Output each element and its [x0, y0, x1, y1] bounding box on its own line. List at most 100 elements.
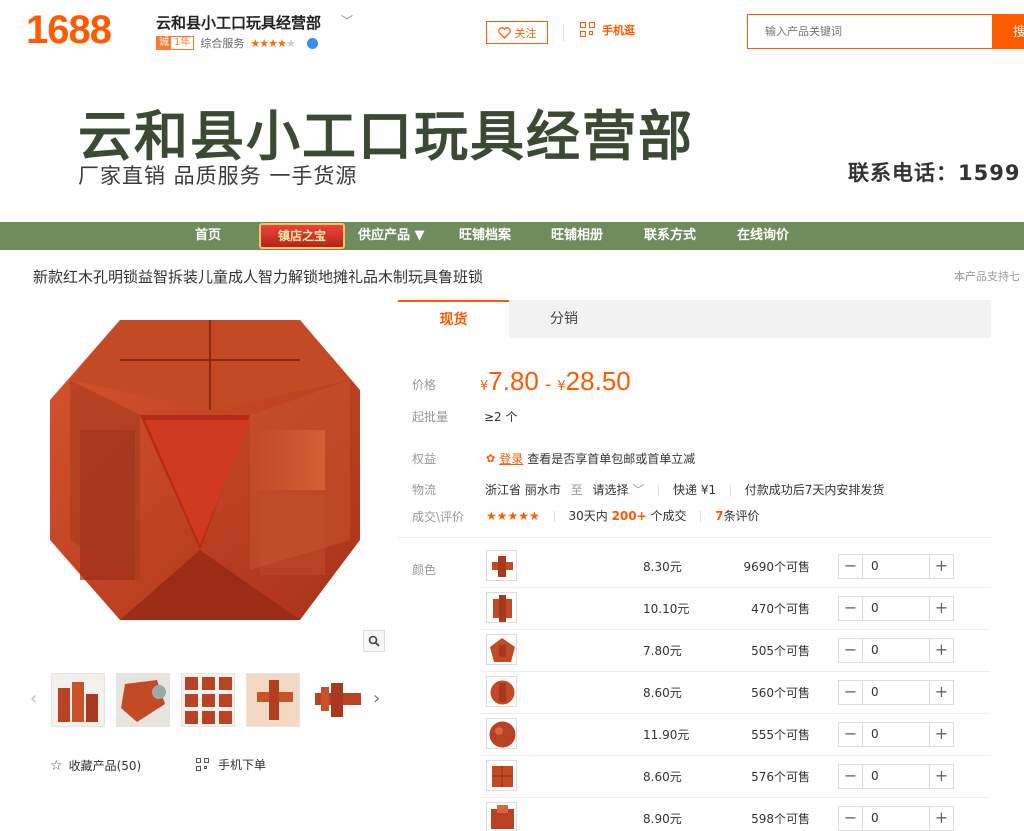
product-title: 新款红木孔明锁益智拆装儿童成人智力解锁地摊礼品木制玩具鲁班锁: [33, 268, 484, 286]
logistics-label: 物流: [412, 483, 437, 497]
support-note: 本产品支持七: [954, 270, 1020, 283]
divider: [563, 24, 564, 41]
quantity-stepper: − 0 +: [838, 680, 954, 705]
decrease-button[interactable]: −: [839, 597, 863, 620]
magnifier-icon: [368, 635, 380, 647]
decrease-button[interactable]: −: [839, 807, 863, 830]
sku-row: 8.90元 598个可售 − 0 +: [480, 798, 990, 831]
quantity-stepper: − 0 +: [838, 638, 954, 663]
decrease-button[interactable]: −: [839, 723, 863, 746]
sku-stock: 598个可售: [751, 812, 810, 826]
site-logo[interactable]: 1688: [26, 8, 112, 53]
search-button[interactable]: 搜: [993, 14, 1024, 49]
sku-thumbnail[interactable]: [486, 718, 517, 749]
quantity-stepper: − 0 +: [838, 596, 954, 621]
quantity-input[interactable]: 0: [863, 555, 929, 578]
increase-button[interactable]: +: [929, 555, 953, 578]
shop-banner: 云和县小工口玩具经营部 厂家直销 品质服务 一手货源 联系电话：1599: [0, 62, 1024, 222]
sku-price: 8.90元: [643, 812, 682, 826]
increase-button[interactable]: +: [929, 639, 953, 662]
thumbnail-1[interactable]: [51, 673, 105, 727]
quantity-input[interactable]: 0: [863, 765, 929, 788]
increase-button[interactable]: +: [929, 807, 953, 830]
sku-thumbnail[interactable]: [486, 550, 517, 581]
deals-count[interactable]: 200+: [612, 509, 647, 523]
increase-button[interactable]: +: [929, 597, 953, 620]
rights-text: 查看是否享首单包邮或首单立减: [527, 452, 696, 466]
thumbnail-3[interactable]: [181, 673, 235, 727]
quantity-input[interactable]: 0: [863, 639, 929, 662]
quantity-input[interactable]: 0: [863, 597, 929, 620]
banner-subtitle: 厂家直销 品质服务 一手货源: [78, 164, 358, 188]
mobile-browse-link[interactable]: 手机逛: [580, 22, 635, 38]
thumbnail-4[interactable]: [246, 673, 300, 727]
decrease-button[interactable]: −: [839, 681, 863, 704]
price-low: 7.80: [488, 366, 539, 396]
thumbnail-strip: ‹ ›: [28, 670, 388, 730]
mobile-order-button[interactable]: 手机下单: [196, 756, 266, 773]
search-input[interactable]: [747, 14, 993, 49]
nav-item-products[interactable]: 供应产品 ▼: [358, 222, 425, 250]
sku-row: 7.80元 505个可售 − 0 +: [480, 630, 990, 672]
decrease-button[interactable]: −: [839, 765, 863, 788]
to-label: 至: [570, 483, 583, 497]
qr-code-icon: [580, 22, 596, 38]
nav-item-inquiry[interactable]: 在线询价: [737, 222, 789, 250]
review-count[interactable]: 7: [715, 509, 723, 523]
currency-symbol: ¥: [557, 379, 566, 394]
nav-item-archive[interactable]: 旺铺档案: [459, 222, 511, 250]
shop-name[interactable]: 云和县小工口玩具经营部: [156, 12, 321, 33]
sku-price: 8.60元: [643, 686, 682, 700]
sku-stock: 470个可售: [751, 602, 810, 616]
days-prefix: 30天内: [568, 509, 608, 523]
product-main-image[interactable]: [50, 320, 360, 630]
collect-button[interactable]: ☆ 收藏产品(50): [50, 757, 141, 774]
thumbnail-2[interactable]: [116, 673, 170, 727]
nav-item-featured[interactable]: 镇店之宝: [259, 223, 345, 249]
trust-badge-years: 1年: [174, 37, 191, 48]
nav-item-home[interactable]: 首页: [195, 222, 221, 250]
tab-distribution[interactable]: 分销: [509, 300, 619, 338]
color-label: 颜色: [412, 563, 437, 577]
chevron-down-icon[interactable]: ﹀: [341, 12, 353, 29]
service-label: 综合服务: [200, 37, 245, 50]
purchase-tabs: 现货 分销: [398, 300, 991, 338]
destination-text: 请选择: [592, 483, 629, 497]
decrease-button[interactable]: −: [839, 639, 863, 662]
increase-button[interactable]: +: [929, 681, 953, 704]
price-range: ¥ 7.80 - ¥ 28.50: [480, 366, 631, 397]
quantity-input[interactable]: 0: [863, 807, 929, 830]
mobile-order-label: 手机下单: [218, 758, 267, 772]
thumb-prev-icon[interactable]: ‹: [30, 688, 37, 709]
coupon-icon: ✿: [486, 452, 496, 465]
increase-button[interactable]: +: [929, 765, 953, 788]
nav-item-album[interactable]: 旺铺相册: [551, 222, 603, 250]
sku-price: 7.80元: [643, 644, 682, 658]
divider: [658, 485, 660, 496]
sku-thumbnail[interactable]: [486, 676, 517, 707]
decrease-button[interactable]: −: [839, 555, 863, 578]
login-link[interactable]: 登录: [499, 450, 523, 467]
price-high: 28.50: [565, 366, 631, 396]
sku-thumbnail[interactable]: [486, 634, 517, 665]
quantity-input[interactable]: 0: [863, 681, 929, 704]
qr-code-icon: [196, 757, 210, 772]
sku-thumbnail[interactable]: [486, 802, 517, 831]
sku-row: 8.30元 9690个可售 − 0 +: [480, 546, 990, 588]
zoom-button[interactable]: [363, 630, 385, 652]
tab-in-stock[interactable]: 现货: [398, 300, 509, 338]
service-rating-stars: ★★★★★: [250, 36, 295, 50]
sku-thumbnail[interactable]: [486, 760, 517, 791]
destination-select[interactable]: 请选择 ﹀: [593, 483, 645, 497]
thumbnail-5[interactable]: [311, 673, 365, 727]
sku-row: 11.90元 555个可售 − 0 +: [480, 714, 990, 756]
deals-row: ★★★★★ 30天内 200+ 个成交 7条评价: [486, 507, 760, 524]
trust-badge-mark: 诚: [157, 37, 171, 49]
nav-item-contact[interactable]: 联系方式: [644, 222, 696, 250]
thumb-next-icon[interactable]: ›: [373, 688, 380, 709]
moq-label: 起批量: [412, 410, 449, 424]
increase-button[interactable]: +: [929, 723, 953, 746]
follow-button[interactable]: 关注: [486, 21, 548, 44]
quantity-input[interactable]: 0: [863, 723, 929, 746]
sku-thumbnail[interactable]: [486, 592, 517, 623]
